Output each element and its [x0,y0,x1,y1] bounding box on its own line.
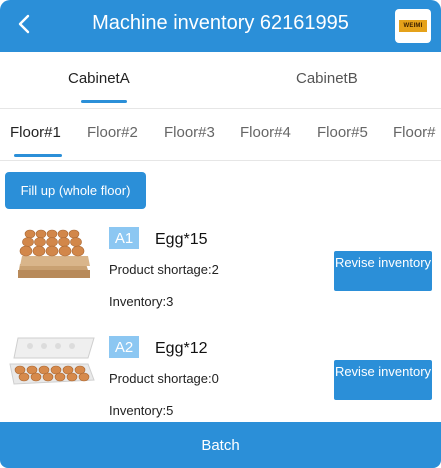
divider [0,108,441,109]
cabinet-tab-indicator [81,100,127,103]
inventory-count: Inventory:5 [109,403,174,418]
tab-floor-2[interactable]: Floor#2 [87,124,138,141]
logo-mark: WEIMI [399,20,427,32]
slot-code-badge: A1 [109,227,139,249]
product-shortage: Product shortage:2 [109,262,219,277]
tab-floor-6[interactable]: Floor# [393,124,436,141]
product-name: Egg*12 [155,340,208,357]
egg-carton-image [8,334,96,390]
tab-floor-1[interactable]: Floor#1 [10,124,61,141]
tab-cabinet-a[interactable]: CabinetA [68,70,130,87]
slot-code-badge: A2 [109,336,139,358]
header-bar: Machine inventory 62161995 WEIMI [0,0,441,52]
tab-floor-3[interactable]: Floor#3 [164,124,215,141]
product-shortage: Product shortage:0 [109,371,219,386]
divider [0,160,441,161]
floor-tab-indicator [14,154,62,157]
product-name: Egg*15 [155,231,208,248]
tab-cabinet-b[interactable]: CabinetB [296,70,358,87]
egg-tray-image [16,224,92,282]
revise-inventory-button[interactable]: Revise inventory [334,360,432,400]
revise-inventory-button[interactable]: Revise inventory [334,251,432,291]
batch-button[interactable]: Batch [0,422,441,468]
tab-floor-5[interactable]: Floor#5 [317,124,368,141]
page-title: Machine inventory 62161995 [92,12,349,34]
brand-logo: WEIMI [395,9,431,43]
fill-up-button[interactable]: Fill up (whole floor) [5,172,146,209]
tab-floor-4[interactable]: Floor#4 [240,124,291,141]
inventory-count: Inventory:3 [109,294,174,309]
